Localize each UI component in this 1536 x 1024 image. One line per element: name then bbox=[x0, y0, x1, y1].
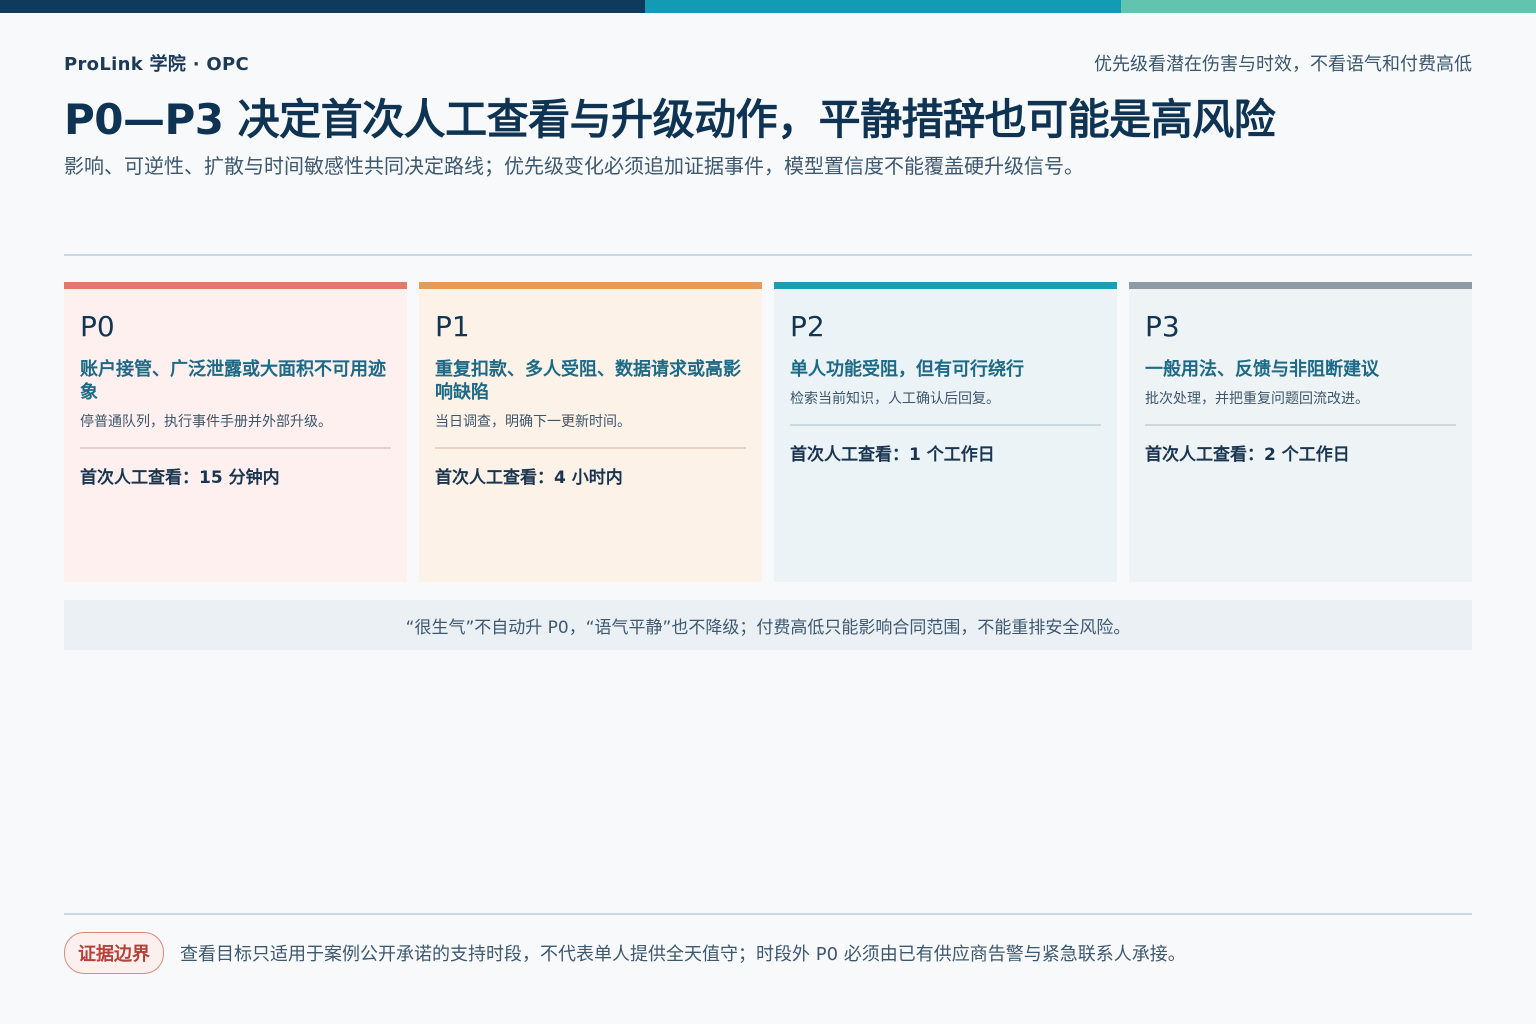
tone-note-banner: “很生气”不自动升 P0，“语气平静”也不降级；付费高低只能影响合同范围，不能重… bbox=[64, 600, 1472, 650]
card-sla: 首次人工查看：1 个工作日 bbox=[790, 445, 995, 465]
tone-note-text: “很生气”不自动升 P0，“语气平静”也不降级；付费高低只能影响合同范围，不能重… bbox=[405, 617, 1131, 638]
card-divider bbox=[80, 447, 391, 449]
accent-segment-teal bbox=[645, 0, 1121, 13]
priority-card-p1: P1 重复扣款、多人受阻、数据请求或高影响缺陷 当日调查，明确下一更新时间。 首… bbox=[419, 282, 762, 582]
card-level: P1 bbox=[435, 310, 470, 343]
card-headline: 账户接管、广泛泄露或大面积不可用迹象 bbox=[80, 359, 386, 403]
card-divider bbox=[435, 447, 746, 449]
card-accent-bar bbox=[419, 282, 762, 289]
card-description: 批次处理，并把重复问题回流改进。 bbox=[1145, 391, 1369, 407]
priority-card-p2: P2 单人功能受阻，但有可行绕行 检索当前知识，人工确认后回复。 首次人工查看：… bbox=[774, 282, 1117, 582]
priority-cards: P0 账户接管、广泛泄露或大面积不可用迹象 停普通队列，执行事件手册并外部升级。… bbox=[64, 282, 1472, 582]
top-accent-bar bbox=[0, 0, 1536, 13]
accent-segment-mint bbox=[1121, 0, 1536, 13]
evidence-boundary-text: 查看目标只适用于案例公开承诺的支持时段，不代表单人提供全天值守；时段外 P0 必… bbox=[180, 944, 1186, 965]
card-headline: 重复扣款、多人受阻、数据请求或高影响缺陷 bbox=[435, 359, 741, 403]
card-headline: 一般用法、反馈与非阻断建议 bbox=[1145, 359, 1379, 380]
priority-card-p0: P0 账户接管、广泛泄露或大面积不可用迹象 停普通队列，执行事件手册并外部升级。… bbox=[64, 282, 407, 582]
card-description: 检索当前知识，人工确认后回复。 bbox=[790, 391, 1000, 407]
card-level: P3 bbox=[1145, 310, 1180, 343]
card-sla: 首次人工查看：15 分钟内 bbox=[80, 468, 280, 488]
bottom-divider bbox=[64, 913, 1472, 915]
card-description: 停普通队列，执行事件手册并外部升级。 bbox=[80, 414, 332, 430]
card-accent-bar bbox=[1129, 282, 1472, 289]
card-sla: 首次人工查看：2 个工作日 bbox=[1145, 445, 1350, 465]
card-headline: 单人功能受阻，但有可行绕行 bbox=[790, 359, 1024, 380]
card-level: P2 bbox=[790, 310, 825, 343]
page-title: P0—P3 决定首次人工查看与升级动作，平静措辞也可能是高风险 bbox=[64, 95, 1276, 144]
evidence-boundary-footer: 证据边界 查看目标只适用于案例公开承诺的支持时段，不代表单人提供全天值守；时段外… bbox=[64, 932, 1472, 974]
card-accent-bar bbox=[774, 282, 1117, 289]
card-accent-bar bbox=[64, 282, 407, 289]
card-sla: 首次人工查看：4 小时内 bbox=[435, 468, 623, 488]
accent-segment-navy bbox=[0, 0, 645, 13]
evidence-boundary-badge: 证据边界 bbox=[64, 932, 164, 974]
card-level: P0 bbox=[80, 310, 115, 343]
card-divider bbox=[1145, 424, 1456, 426]
page-subtitle: 影响、可逆性、扩散与时间敏感性共同决定路线；优先级变化必须追加证据事件，模型置信… bbox=[64, 154, 1084, 178]
header-tagline: 优先级看潜在伤害与时效，不看语气和付费高低 bbox=[1094, 54, 1472, 75]
card-divider bbox=[790, 424, 1101, 426]
priority-card-p3: P3 一般用法、反馈与非阻断建议 批次处理，并把重复问题回流改进。 首次人工查看… bbox=[1129, 282, 1472, 582]
brand-label: ProLink 学院 · OPC bbox=[64, 54, 250, 75]
top-divider bbox=[64, 254, 1472, 256]
card-description: 当日调查，明确下一更新时间。 bbox=[435, 414, 631, 430]
